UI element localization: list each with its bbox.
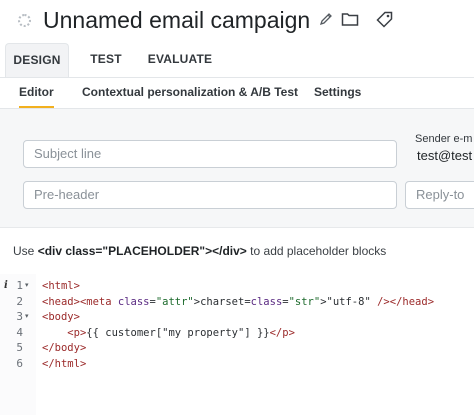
code-line[interactable]: 2 <head><meta class="attr">charset=class=… [0, 294, 474, 310]
code-line[interactable]: 1 ▾ <html> [0, 278, 474, 294]
code-text: <html> [42, 280, 80, 292]
code-text: </body> [42, 342, 87, 354]
sender-email-input[interactable]: test@test [417, 148, 472, 163]
line-number: 1 [16, 279, 23, 292]
line-number: 4 [16, 325, 23, 339]
tab-design[interactable]: DESIGN [5, 43, 69, 77]
campaign-title[interactable]: Unnamed email campaign [43, 5, 310, 35]
line-number: 5 [16, 341, 23, 354]
subtab-settings[interactable]: Settings [314, 77, 361, 107]
code-editor[interactable]: i 1 ▾ <html> 2 <head><meta class="attr">char… [0, 274, 474, 415]
hint-code: <div class="PLACEHOLDER"></div> [37, 244, 247, 258]
reply-to-input[interactable]: Reply-to [405, 181, 474, 209]
hint-prefix: Use [13, 244, 35, 258]
code-line[interactable]: 5 </body> [0, 340, 474, 356]
sender-email-label: Sender e-m [415, 133, 473, 145]
subtab-contextual-personalization[interactable]: Contextual personalization & A/B Test [82, 77, 298, 107]
preheader-input[interactable]: Pre-header [23, 181, 397, 209]
subject-line-input[interactable]: Subject line [23, 140, 397, 168]
tab-test[interactable]: TEST [80, 43, 132, 76]
code-text: <body> [42, 311, 80, 323]
folder-icon[interactable] [341, 11, 359, 32]
code-text: <p>{{ customer["my property"] }}</p> [67, 326, 295, 339]
placeholder-hint: Use <div class="PLACEHOLDER"></div> to a… [13, 244, 386, 258]
fold-toggle-icon[interactable]: ▾ [25, 278, 29, 294]
line-number: 6 [16, 356, 23, 370]
line-number: 3 [16, 310, 23, 323]
email-settings-panel [0, 109, 474, 228]
tag-icon[interactable] [376, 11, 393, 33]
main-tabs: DESIGN TEST EVALUATE [0, 43, 474, 78]
code-line[interactable]: 3 ▾ <body> [0, 309, 474, 325]
line-number: 2 [16, 294, 23, 308]
sub-tabs: Editor Contextual personalization & A/B … [0, 77, 474, 109]
fold-toggle-icon[interactable]: ▾ [25, 309, 29, 325]
status-spinner-icon [18, 14, 31, 27]
subtab-editor[interactable]: Editor [19, 77, 54, 108]
campaign-header: Unnamed email campaign [0, 0, 474, 42]
tab-evaluate[interactable]: EVALUATE [142, 43, 218, 76]
hint-suffix: to add placeholder blocks [250, 244, 387, 258]
code-text: <head><meta class="attr">charset=class="… [42, 295, 435, 308]
pencil-icon[interactable] [319, 12, 333, 31]
code-line[interactable]: 6 </html> [0, 356, 474, 372]
code-text: </html> [42, 357, 87, 370]
code-line[interactable]: 4 <p>{{ customer["my property"] }}</p> [0, 325, 474, 341]
